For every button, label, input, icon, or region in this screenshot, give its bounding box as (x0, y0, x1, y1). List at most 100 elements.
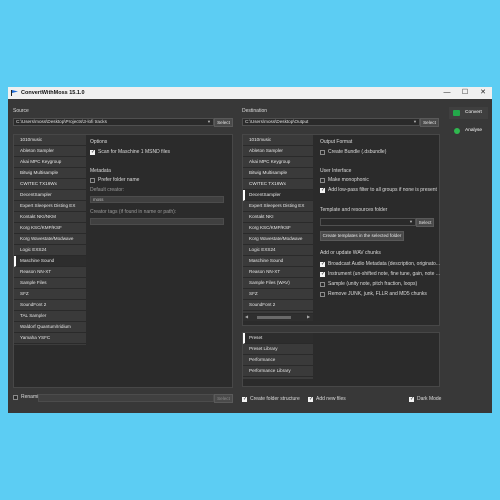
destination-format-item[interactable]: Korg KSC/KMP/KSF (243, 223, 313, 234)
destination-format-item[interactable]: Reason NN-XT (243, 267, 313, 278)
destination-format-item[interactable]: DecentSampler (243, 190, 313, 201)
source-format-item[interactable]: SFZ (14, 289, 86, 300)
scan-maschine-label: Scan for Maschine 1 MSND files (98, 149, 170, 155)
source-format-item[interactable]: DecentSampler (14, 190, 86, 201)
destination-format-item[interactable]: Kontakt NKI (243, 212, 313, 223)
create-folder-checkbox[interactable] (242, 396, 247, 402)
wav-chunk-checkbox[interactable] (320, 282, 325, 287)
destination-select-button[interactable]: Select (420, 118, 439, 127)
dark-mode-label: Dark Mode (417, 396, 442, 402)
creator-tags-label: Creator tags (if found in name or path): (90, 209, 177, 215)
preset-type-item[interactable]: Preset Library (243, 344, 313, 355)
window-title: ConvertWithMoss 15.1.0 (21, 90, 85, 96)
prefer-folder-checkbox[interactable] (90, 178, 95, 183)
source-format-item[interactable]: Korg KSC/KMP/KSF (14, 223, 86, 234)
default-creator-input[interactable]: moss (90, 196, 224, 203)
create-bundle-label: Create Bundle (.dsbundle) (328, 149, 387, 155)
renaming-checkbox[interactable] (13, 395, 18, 400)
convert-button[interactable]: Convert (449, 107, 488, 119)
destination-label: Destination (242, 108, 268, 114)
source-format-item[interactable]: Maschine Sound (14, 256, 86, 267)
destination-format-item[interactable]: SFZ (243, 289, 313, 300)
source-format-list: 1010music Ableton Sampler Akai MPC Keygrou… (14, 135, 86, 345)
wav-chunk-checkbox[interactable] (320, 261, 325, 267)
destination-format-item[interactable]: Bitwig Multisample (243, 168, 313, 179)
source-path-combo[interactable]: C:\Users\moss\Desktop\Projects\3-lofi tr… (13, 118, 214, 126)
wav-chunks-header: Add or update WAV chunks (320, 250, 381, 256)
horizontal-scrollbar[interactable]: ◀ ▶ (243, 314, 313, 321)
source-format-item[interactable]: 1010music (14, 135, 86, 146)
wav-chunk-label: Broadcast Audio Metadata (description, o… (328, 261, 441, 267)
scrollbar-thumb[interactable] (257, 316, 291, 319)
preset-type-item[interactable]: Performance (243, 355, 313, 366)
destination-format-item[interactable]: 1010music (243, 135, 313, 146)
destination-path-text: C:\Users\moss\Desktop\Output (245, 119, 309, 124)
source-format-item[interactable]: Ableton Sampler (14, 146, 86, 157)
chevron-down-icon: ▼ (409, 219, 413, 224)
source-format-item[interactable]: Yamaha YSFC (14, 333, 86, 344)
source-format-item[interactable]: TAL Sampler (14, 311, 86, 322)
add-new-files-label: Add new files (316, 396, 346, 402)
source-label: Source (13, 108, 29, 114)
preset-type-item[interactable]: Performance Library (243, 366, 313, 377)
destination-format-item[interactable]: Sample Files (WAV) (243, 278, 313, 289)
destination-format-item[interactable]: Akai MPC Keygroup (243, 157, 313, 168)
wav-chunk-checkbox[interactable] (320, 292, 325, 297)
creator-tags-input[interactable] (90, 218, 224, 225)
templates-path-combo[interactable]: ▼ (320, 218, 416, 226)
source-path-text: C:\Users\moss\Desktop\Projects\3-lofi tr… (16, 119, 107, 124)
lowpass-checkbox[interactable] (320, 187, 325, 193)
source-format-item[interactable]: Expert Sleepers Disting EX (14, 201, 86, 212)
monophonic-label: Make monophonic (328, 177, 369, 183)
destination-format-item[interactable]: SoundFont 2 (243, 300, 313, 311)
monophonic-checkbox[interactable] (320, 178, 325, 183)
scan-maschine-checkbox[interactable] (90, 149, 95, 155)
dark-mode-checkbox[interactable] (409, 396, 414, 402)
user-interface-header: User Interface (320, 168, 352, 174)
prefer-folder-label: Prefer folder name (98, 177, 140, 183)
source-format-item[interactable]: Bitwig Multisample (14, 168, 86, 179)
create-bundle-checkbox[interactable] (320, 150, 325, 155)
templates-header: Template and resources folder (320, 207, 388, 213)
lowpass-label: Add low-pass filter to all groups if non… (328, 187, 437, 193)
output-format-header: Output Format (320, 139, 353, 145)
source-format-item[interactable]: SoundFont 2 (14, 300, 86, 311)
source-format-item[interactable]: Reason NN-XT (14, 267, 86, 278)
destination-format-item[interactable]: Logic EXS24 (243, 245, 313, 256)
source-format-item[interactable]: Korg Wavestate/Modwave (14, 234, 86, 245)
default-creator-label: Default creator: (90, 187, 125, 193)
create-templates-button[interactable]: Create templates in the selected folder (320, 231, 404, 241)
destination-format-item[interactable]: Maschine Sound (243, 256, 313, 267)
analyse-button[interactable]: Analyse (449, 125, 488, 137)
source-format-item[interactable]: Waldorf Quantum/Iridium (14, 322, 86, 333)
destination-format-item[interactable]: Ableton Sampler (243, 146, 313, 157)
preset-type-item[interactable]: Preset (243, 333, 313, 344)
source-select-button[interactable]: Select (214, 118, 233, 127)
chevron-down-icon: ▼ (207, 119, 211, 124)
maximize-button[interactable]: ☐ (456, 87, 474, 99)
wav-chunk-checkbox[interactable] (320, 271, 325, 277)
destination-format-item[interactable]: CWITEC TX16Wx (243, 179, 313, 190)
convert-label: Convert (465, 110, 482, 115)
source-format-item[interactable]: Kontakt NKI/NKM (14, 212, 86, 223)
minimize-button[interactable]: — (438, 87, 456, 99)
source-format-item[interactable]: Akai MPC Keygroup (14, 157, 86, 168)
destination-format-item[interactable]: Expert Sleepers Disting EX (243, 201, 313, 212)
templates-select-button[interactable]: Select (416, 218, 434, 227)
app-window: ConvertWithMoss 15.1.0 — ☐ ✕ Source C:\U… (8, 87, 492, 413)
renaming-path-input[interactable] (38, 394, 214, 402)
destination-path-combo[interactable]: C:\Users\moss\Desktop\Output ▼ (242, 118, 420, 126)
add-new-files-checkbox[interactable] (308, 396, 313, 402)
source-format-item[interactable]: Sample Files (14, 278, 86, 289)
scroll-right-icon[interactable]: ▶ (307, 314, 310, 319)
source-format-item[interactable]: CWITEC TX16Wx (14, 179, 86, 190)
destination-format-list: 1010music Ableton Sampler Akai MPC Keygrou… (243, 135, 313, 313)
close-button[interactable]: ✕ (474, 87, 492, 99)
wav-chunk-label: Remove JUNK, junk, FLLR and MD5 chunks (328, 291, 427, 297)
chevron-down-icon: ▼ (413, 119, 417, 124)
app-flag-icon (11, 90, 18, 96)
renaming-select-button[interactable]: Select (214, 394, 233, 403)
source-format-item[interactable]: Logic EXS24 (14, 245, 86, 256)
scroll-left-icon[interactable]: ◀ (245, 314, 248, 319)
destination-format-item[interactable]: Korg Wavestate/Modwave (243, 234, 313, 245)
